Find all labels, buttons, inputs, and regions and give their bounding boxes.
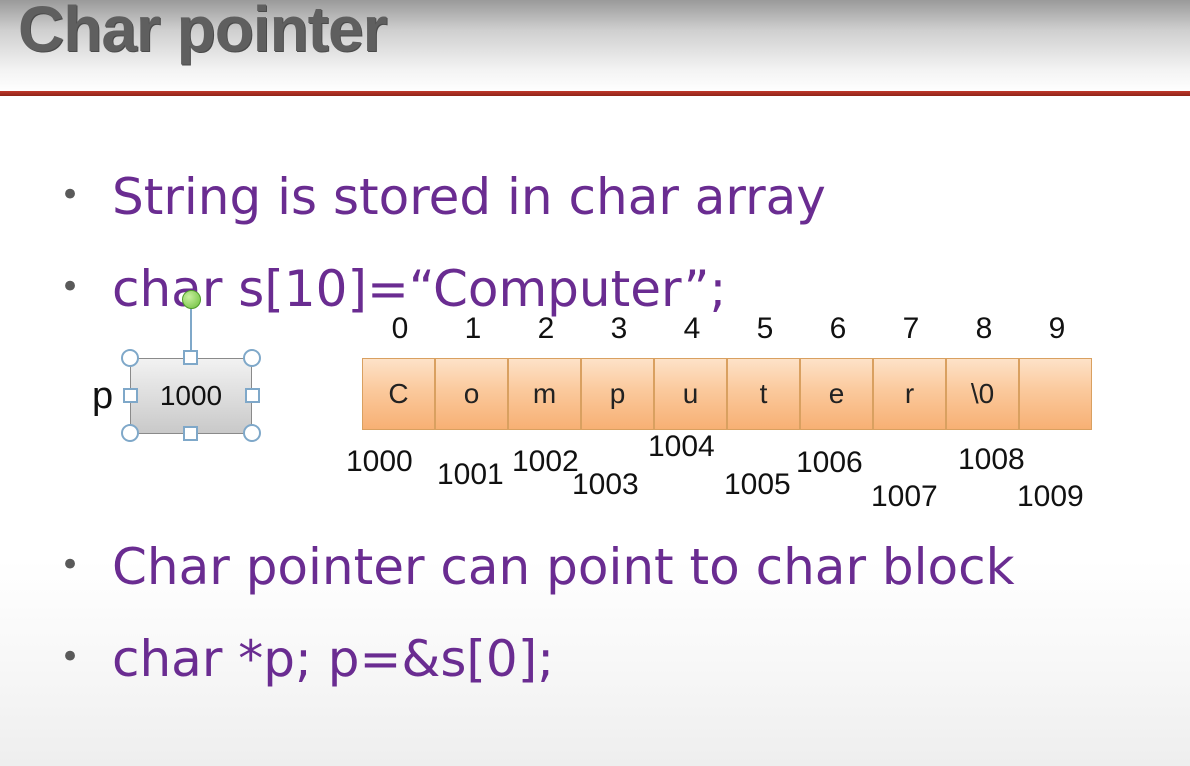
bullet-dot: • [60,545,81,585]
resize-handle-right[interactable] [245,388,260,403]
pointer-name: p [92,375,114,417]
array-index-0: 0 [391,312,409,345]
address-2: 1002 [512,445,579,478]
rotation-line [190,304,192,356]
array-index-2: 2 [537,312,555,345]
array-index-3: 3 [610,312,628,345]
array-index-6: 6 [829,312,847,345]
resize-handle-top-left[interactable] [121,349,139,367]
array-index-8: 8 [975,312,993,345]
pointer-value: 1000 [159,380,223,411]
array-cell-3: p [581,358,654,430]
bullet-4: • char *p; p=&s[0]; [60,630,554,688]
resize-handle-top-right[interactable] [243,349,261,367]
bullet-2: • char s[10]=“Computer”; [60,260,726,318]
bullet-dot: • [60,267,81,307]
address-0: 1000 [346,445,413,478]
resize-handle-bottom-left[interactable] [121,424,139,442]
array-cell-7: r [873,358,946,430]
address-8: 1008 [958,443,1025,476]
resize-handle-top[interactable] [183,350,198,365]
array-index-9: 9 [1048,312,1066,345]
rotation-handle[interactable] [182,290,201,309]
address-1: 1001 [437,458,504,491]
bullet-3: • Char pointer can point to char block [60,538,1015,596]
bullet-1-text: String is stored in char array [112,168,826,226]
bullet-3-text: Char pointer can point to char block [112,538,1015,596]
bullet-dot: • [60,175,81,215]
array-index-5: 5 [756,312,774,345]
array-cell-4: u [654,358,727,430]
bullet-2-text: char s[10]=“Computer”; [112,260,727,318]
address-6: 1006 [796,446,863,479]
resize-handle-bottom-right[interactable] [243,424,261,442]
resize-handle-left[interactable] [123,388,138,403]
array-cell-0: C [362,358,435,430]
array-cell-6: e [800,358,873,430]
pointer-box[interactable]: 1000 [130,358,252,434]
title-divider [0,91,1190,96]
slide-title: Char pointer [18,0,387,65]
array-cell-8: \0 [946,358,1019,430]
address-3: 1003 [572,468,639,501]
array-cell-1: o [435,358,508,430]
array-index-7: 7 [902,312,920,345]
resize-handle-bottom[interactable] [183,426,198,441]
address-4: 1004 [648,430,715,463]
array-cell-9 [1019,358,1092,430]
array-index-1: 1 [464,312,482,345]
address-9: 1009 [1017,480,1084,513]
bullet-dot: • [60,637,81,677]
address-5: 1005 [724,468,791,501]
array-index-4: 4 [683,312,701,345]
address-7: 1007 [871,480,938,513]
bullet-1: • String is stored in char array [60,168,826,226]
array-cell-2: m [508,358,581,430]
bullet-4-text: char *p; p=&s[0]; [112,630,555,688]
array-cell-5: t [727,358,800,430]
